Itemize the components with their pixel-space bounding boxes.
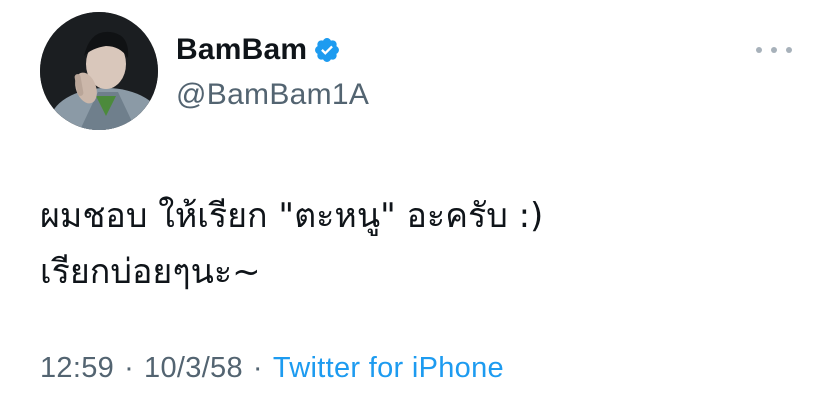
avatar[interactable] bbox=[40, 12, 158, 130]
profile-photo-icon bbox=[40, 12, 158, 130]
tweet-text-line: เรียกบ่อยๆนะ~ bbox=[40, 252, 261, 292]
dot-icon bbox=[756, 47, 762, 53]
tweet-card: BamBam @BamBam1A ผมชอบ ให้เรียก "ตะหนู" … bbox=[0, 0, 828, 407]
tweet-time[interactable]: 12:59 bbox=[40, 352, 114, 384]
tweet-meta: 12:59 · 10/3/58 · Twitter for iPhone bbox=[40, 352, 504, 385]
display-name[interactable]: BamBam bbox=[176, 33, 307, 67]
verified-badge-icon bbox=[313, 36, 341, 64]
tweet-source-link[interactable]: Twitter for iPhone bbox=[273, 352, 504, 384]
more-options-icon[interactable] bbox=[756, 38, 792, 62]
dot-icon bbox=[786, 47, 792, 53]
user-handle[interactable]: @BamBam1A bbox=[176, 78, 369, 112]
meta-separator: · bbox=[124, 352, 135, 384]
name-row: BamBam bbox=[176, 30, 369, 70]
tweet-text: ผมชอบ ให้เรียก "ตะหนู" อะครับ :) เรียกบ่… bbox=[40, 188, 800, 300]
tweet-date[interactable]: 10/3/58 bbox=[144, 352, 243, 384]
author-block: BamBam @BamBam1A bbox=[176, 30, 369, 112]
meta-separator: · bbox=[252, 352, 263, 384]
dot-icon bbox=[771, 47, 777, 53]
tweet-text-line: ผมชอบ ให้เรียก "ตะหนู" อะครับ :) bbox=[40, 196, 544, 236]
